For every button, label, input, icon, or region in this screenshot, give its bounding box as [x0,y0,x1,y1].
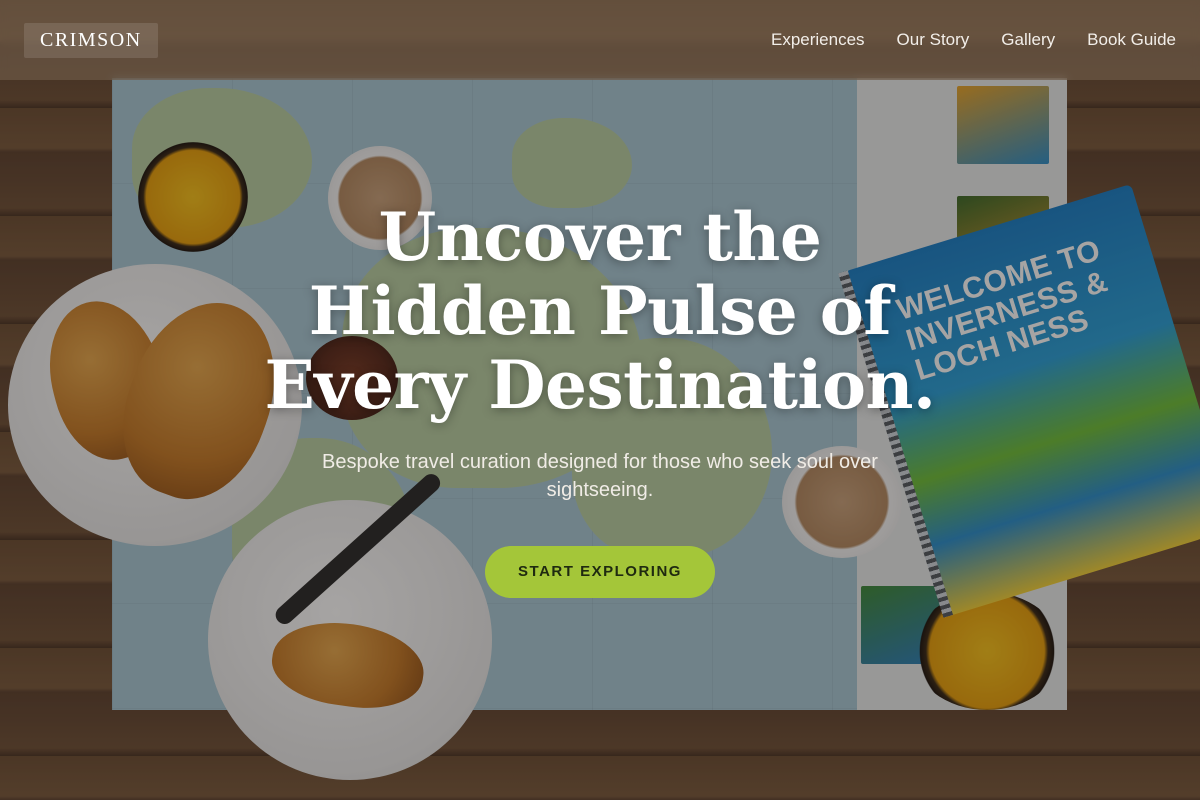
main-nav: Experiences Our Story Gallery Book Guide [771,30,1176,50]
brand-logo[interactable]: CRIMSON [24,22,158,58]
hero-section: Uncover the Hidden Pulse of Every Destin… [0,200,1200,598]
hero-title: Uncover the Hidden Pulse of Every Destin… [264,198,936,424]
nav-link-gallery[interactable]: Gallery [1001,30,1055,50]
nav-link-book-guide[interactable]: Book Guide [1087,30,1176,50]
nav-link-our-story[interactable]: Our Story [897,30,970,50]
start-exploring-button[interactable]: START EXPLORING [485,546,715,598]
top-navigation-bar: CRIMSON Experiences Our Story Gallery Bo… [0,0,1200,80]
hero-subtitle: Bespoke travel curation designed for tho… [322,451,878,501]
nav-link-experiences[interactable]: Experiences [771,30,865,50]
